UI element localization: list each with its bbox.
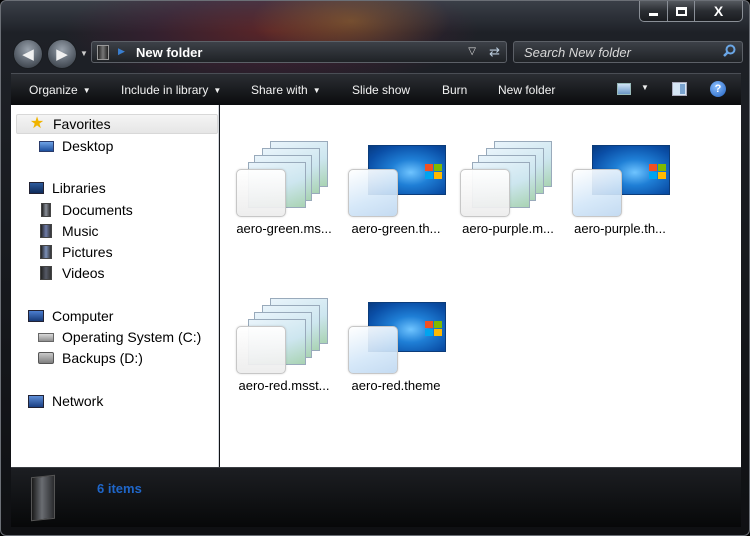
- details-pane: 6 items: [11, 467, 741, 527]
- view-options-dropdown[interactable]: ▼: [641, 83, 649, 92]
- backup-drive-icon: [38, 350, 54, 366]
- search-box[interactable]: Search New folder: [513, 41, 743, 63]
- file-name: aero-purple.th...: [574, 221, 666, 236]
- file-name: aero-green.ms...: [236, 221, 332, 236]
- folder-thumbnail-icon: [31, 474, 55, 522]
- nav-item-label: Backups (D:): [62, 350, 143, 366]
- theme-file-icon: [346, 137, 450, 217]
- burn-button[interactable]: Burn: [442, 83, 467, 97]
- nav-item-label: Pictures: [62, 244, 113, 260]
- file-name: aero-purple.m...: [462, 221, 554, 236]
- breadcrumb-current-folder[interactable]: New folder: [136, 45, 202, 60]
- share-with-label: Share with: [251, 83, 308, 97]
- file-item-aero-purple-theme[interactable]: aero-purple.th...: [562, 109, 672, 249]
- file-name: aero-red.theme: [351, 378, 441, 393]
- nav-item-label: Network: [52, 393, 104, 409]
- nav-item-videos[interactable]: Videos: [38, 263, 105, 283]
- nav-item-pictures[interactable]: Pictures: [38, 242, 113, 262]
- file-list: aero-green.ms... aero-green.th... aero-p…: [220, 105, 741, 467]
- nav-item-operating-system[interactable]: Operating System (C:): [38, 327, 201, 347]
- nav-item-favorites[interactable]: ★ Favorites: [16, 114, 218, 134]
- file-item-aero-purple-msstyles[interactable]: aero-purple.m...: [450, 109, 560, 249]
- pictures-icon: [38, 244, 54, 260]
- chevron-down-icon: ▼: [82, 86, 91, 95]
- file-item-aero-red-theme[interactable]: aero-red.theme: [338, 266, 448, 406]
- star-icon: ★: [29, 115, 45, 132]
- nav-item-documents[interactable]: Documents: [38, 200, 133, 220]
- explorer-window: X ◀ ▶ ▼ ▶ New folder ▽ ⇄ Search New fold…: [0, 0, 750, 536]
- include-in-library-label: Include in library: [121, 83, 209, 97]
- nav-item-label: Documents: [62, 202, 133, 218]
- music-icon: [38, 223, 54, 239]
- close-button[interactable]: X: [695, 1, 743, 22]
- file-name: aero-red.msst...: [238, 378, 330, 393]
- maximize-icon: [675, 6, 687, 16]
- nav-item-desktop[interactable]: Desktop: [38, 136, 113, 156]
- change-view-icon[interactable]: [617, 83, 631, 95]
- address-dropdown-icon[interactable]: ▽: [468, 46, 476, 57]
- nav-item-label: Operating System (C:): [62, 329, 202, 345]
- refresh-icon[interactable]: ⇄: [489, 44, 500, 60]
- caption-buttons: X: [639, 1, 743, 22]
- msstyles-file-icon: [458, 137, 562, 217]
- nav-item-libraries[interactable]: Libraries: [28, 178, 106, 198]
- preview-pane-icon[interactable]: [672, 82, 687, 96]
- nav-item-label: Videos: [62, 265, 105, 281]
- theme-file-icon: [570, 137, 674, 217]
- back-button[interactable]: ◀: [13, 39, 43, 69]
- computer-icon: [28, 308, 44, 324]
- hard-drive-icon: [38, 329, 54, 345]
- address-bar[interactable]: ▶ New folder ▽ ⇄: [91, 41, 507, 63]
- nav-item-network[interactable]: Network: [28, 391, 103, 411]
- organize-button[interactable]: Organize ▼: [29, 83, 91, 97]
- search-input[interactable]: Search New folder: [524, 45, 631, 60]
- nav-item-label: Desktop: [62, 138, 114, 154]
- help-icon[interactable]: ?: [710, 81, 726, 97]
- nav-item-music[interactable]: Music: [38, 221, 99, 241]
- back-arrow-icon: ◀: [22, 46, 34, 63]
- nav-item-label: Music: [62, 223, 99, 239]
- minimize-button[interactable]: [639, 1, 668, 22]
- file-name: aero-green.th...: [351, 221, 441, 236]
- nav-item-computer[interactable]: Computer: [28, 306, 113, 326]
- file-item-aero-green-msstyles[interactable]: aero-green.ms...: [226, 109, 336, 249]
- organize-label: Organize: [29, 83, 78, 97]
- include-in-library-button[interactable]: Include in library ▼: [121, 83, 221, 97]
- chevron-down-icon: ▼: [213, 86, 222, 95]
- windows-logo-icon: [649, 164, 667, 180]
- desktop-icon: [38, 138, 54, 154]
- chevron-down-icon: ▼: [312, 86, 321, 95]
- share-with-button[interactable]: Share with ▼: [251, 83, 321, 97]
- videos-icon: [38, 265, 54, 281]
- forward-button[interactable]: ▶: [47, 39, 77, 69]
- libraries-icon: [28, 180, 44, 196]
- maximize-button[interactable]: [668, 1, 695, 22]
- nav-item-backups[interactable]: Backups (D:): [38, 348, 143, 368]
- file-item-aero-red-msstyles[interactable]: aero-red.msst...: [226, 266, 336, 406]
- new-folder-button[interactable]: New folder: [498, 83, 555, 97]
- network-icon: [28, 393, 44, 409]
- nav-item-label: Computer: [52, 308, 114, 324]
- command-bar: Organize ▼ Include in library ▼ Share with…: [11, 73, 741, 105]
- nav-item-label: Libraries: [52, 180, 106, 196]
- navigation-pane: ★ Favorites Desktop Libraries Documents …: [11, 105, 219, 467]
- slide-show-button[interactable]: Slide show: [352, 83, 410, 97]
- documents-icon: [38, 202, 54, 218]
- close-icon: X: [713, 3, 724, 19]
- theme-file-icon: [346, 294, 450, 374]
- windows-logo-icon: [425, 164, 443, 180]
- msstyles-file-icon: [234, 294, 338, 374]
- file-item-aero-green-theme[interactable]: aero-green.th...: [338, 109, 448, 249]
- minimize-icon: [649, 12, 658, 16]
- recent-pages-dropdown[interactable]: ▼: [80, 49, 88, 58]
- nav-item-label: Favorites: [53, 116, 111, 132]
- folder-icon: [97, 45, 109, 60]
- msstyles-file-icon: [234, 137, 338, 217]
- windows-logo-icon: [425, 321, 443, 337]
- breadcrumb-separator-icon[interactable]: ▶: [118, 46, 125, 57]
- forward-arrow-icon: ▶: [56, 46, 68, 63]
- navigation-row: ◀ ▶ ▼ ▶ New folder ▽ ⇄ Search New folder: [11, 37, 743, 69]
- item-count: 6 items: [97, 481, 142, 496]
- search-icon[interactable]: [723, 44, 736, 60]
